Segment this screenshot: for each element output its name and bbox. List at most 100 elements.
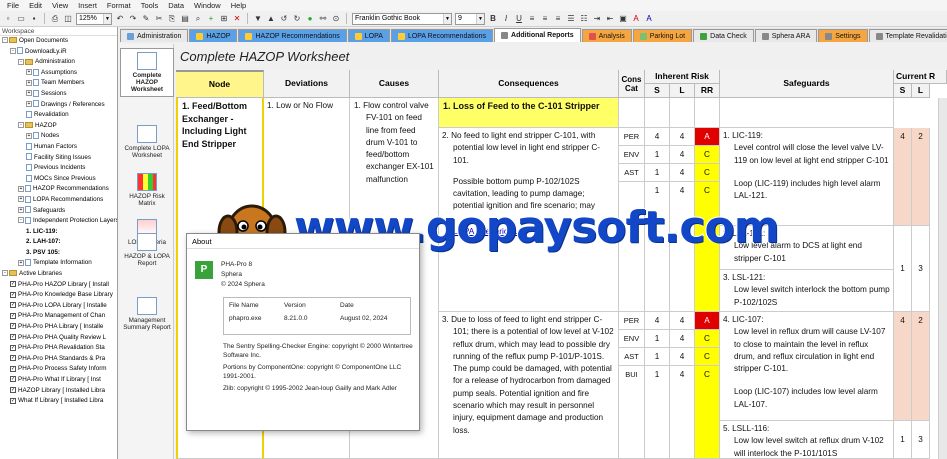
risk-s-cell[interactable]: 4 bbox=[645, 312, 670, 330]
tree-item[interactable]: Revalidation bbox=[0, 110, 117, 121]
expand-icon[interactable]: + bbox=[18, 259, 24, 266]
menu-help[interactable]: Help bbox=[226, 1, 251, 10]
vertical-scrollbar[interactable] bbox=[938, 98, 947, 459]
header-cons-cat[interactable]: Cons Cat bbox=[619, 70, 645, 98]
text-color-icon[interactable]: A bbox=[631, 14, 641, 24]
checkbox-icon[interactable]: ✓ bbox=[10, 397, 16, 404]
menu-view[interactable]: View bbox=[47, 1, 73, 10]
align-left-icon[interactable]: ≡ bbox=[527, 14, 537, 24]
header-current-l[interactable]: L bbox=[912, 84, 930, 98]
tree-item[interactable]: + Safeguards bbox=[0, 206, 117, 217]
cons-cat-cell[interactable]: ENV bbox=[619, 330, 645, 348]
find-icon[interactable]: ⌕ bbox=[193, 14, 203, 24]
consequence-title-cell[interactable]: 1. Loss of Feed to the C-101 Stripper bbox=[439, 98, 619, 128]
checkbox-icon[interactable]: ✓ bbox=[10, 291, 16, 298]
tab-analysis[interactable]: Analysis bbox=[581, 29, 632, 42]
tab-lopa-recommendations[interactable]: LOPA Recommendations bbox=[390, 29, 494, 42]
tree-item[interactable]: Human Factors bbox=[0, 142, 117, 153]
undo-icon[interactable]: ↶ bbox=[115, 14, 125, 24]
header-s[interactable]: S bbox=[645, 84, 670, 98]
print-icon[interactable]: ⎙ bbox=[50, 14, 60, 24]
risk-rr-cell[interactable]: A bbox=[695, 128, 720, 146]
header-safeguards[interactable]: Safeguards bbox=[720, 70, 894, 98]
cons-cat-cell[interactable]: ENV bbox=[619, 146, 645, 164]
expand-icon[interactable]: + bbox=[26, 100, 32, 107]
cons-cat-cell[interactable]: BUI bbox=[619, 366, 645, 459]
tab-settings[interactable]: Settings bbox=[818, 29, 868, 42]
tree-item[interactable]: - Active Libraries bbox=[0, 269, 117, 280]
safeguard-lsll-116[interactable]: 5. LSLL-116: Low low level switch at ref… bbox=[720, 421, 894, 459]
nav-management-summary-report[interactable]: Management Summary Report bbox=[120, 294, 174, 334]
checkbox-icon[interactable]: ✓ bbox=[10, 376, 16, 383]
expand-icon[interactable]: + bbox=[26, 132, 32, 139]
rotate-right-icon[interactable]: ↻ bbox=[292, 14, 302, 24]
tree-item[interactable]: Previous Incidents bbox=[0, 163, 117, 174]
header-causes[interactable]: Causes bbox=[350, 70, 439, 98]
checkbox-icon[interactable]: ✓ bbox=[10, 312, 16, 319]
risk-l-cell[interactable]: 4 bbox=[670, 348, 695, 366]
expand-icon[interactable]: + bbox=[26, 69, 32, 76]
header-node[interactable]: Node bbox=[176, 70, 264, 98]
collapse-icon[interactable]: - bbox=[2, 270, 8, 277]
menu-file[interactable]: File bbox=[2, 1, 24, 10]
tab-template-revalidation[interactable]: Template Revalidation bbox=[868, 29, 947, 42]
tree-item[interactable]: - Open Documents bbox=[0, 36, 117, 47]
cons-cat-cell[interactable]: AST bbox=[619, 164, 645, 182]
tree-item[interactable]: 2. LAH-107: bbox=[0, 237, 117, 248]
header-current-risk[interactable]: Current R bbox=[894, 70, 947, 84]
risk-rr-cell[interactable]: A bbox=[695, 312, 720, 330]
numbering-icon[interactable]: ☷ bbox=[579, 14, 589, 24]
tree-item[interactable]: ✓ PHA-Pro Management of Chan bbox=[0, 311, 117, 322]
zoom-select[interactable]: 125% ▼ bbox=[76, 12, 112, 25]
current-s-cell[interactable]: 4 bbox=[894, 312, 912, 421]
tree-item[interactable]: - Independent Protection Layers bbox=[0, 216, 117, 227]
risk-l-cell[interactable]: 4 bbox=[670, 366, 695, 459]
tree-item[interactable]: + Template Information bbox=[0, 258, 117, 269]
checkbox-icon[interactable]: ✓ bbox=[10, 323, 16, 330]
header-deviations[interactable]: Deviations bbox=[264, 70, 350, 98]
risk-s-cell[interactable]: 4 bbox=[645, 128, 670, 146]
tree-item[interactable]: 1. LIC-119: bbox=[0, 227, 117, 238]
current-s-cell[interactable]: 1 bbox=[894, 421, 912, 459]
current-s-cell[interactable]: 4 bbox=[894, 128, 912, 226]
align-right-icon[interactable]: ≡ bbox=[553, 14, 563, 24]
risk-l-cell[interactable]: 4 bbox=[670, 312, 695, 330]
tree-item[interactable]: - DownloadLy.iR bbox=[0, 47, 117, 58]
binoculars-icon[interactable]: ⊙ bbox=[331, 14, 341, 24]
menu-window[interactable]: Window bbox=[189, 1, 226, 10]
link-icon[interactable]: ⚯ bbox=[318, 14, 328, 24]
font-size-select[interactable]: 9 ▼ bbox=[455, 12, 485, 25]
preview-icon[interactable]: ◫ bbox=[63, 14, 73, 24]
checkbox-icon[interactable]: ✓ bbox=[10, 344, 16, 351]
menu-tools[interactable]: Tools bbox=[136, 1, 164, 10]
expand-icon[interactable]: + bbox=[18, 185, 24, 192]
header-inherent-risk[interactable]: Inherent Risk bbox=[645, 70, 720, 84]
checkbox-icon[interactable]: ✓ bbox=[10, 355, 16, 362]
tree-item[interactable]: + Sessions bbox=[0, 89, 117, 100]
recommend-icon[interactable]: ● bbox=[305, 14, 315, 24]
checkbox-icon[interactable]: ✓ bbox=[10, 280, 16, 287]
tree-item[interactable]: + Team Members bbox=[0, 78, 117, 89]
nav-hazop-risk-matrix[interactable]: HAZOP Risk Matrix bbox=[120, 170, 174, 210]
checkbox-icon[interactable]: ✓ bbox=[10, 333, 16, 340]
align-center-icon[interactable]: ≡ bbox=[540, 14, 550, 24]
tree-item[interactable]: ✓ PHA-Pro What If Library [ Inst bbox=[0, 375, 117, 386]
risk-l-cell[interactable]: 4 bbox=[670, 128, 695, 146]
tab-administration[interactable]: Administration bbox=[120, 29, 189, 42]
insert-row-icon[interactable]: + bbox=[206, 14, 216, 24]
image-icon[interactable]: ▣ bbox=[618, 14, 628, 24]
risk-l-cell[interactable]: 4 bbox=[670, 146, 695, 164]
tree-item[interactable]: ✓ PHA-Pro HAZOP Library [ Install bbox=[0, 280, 117, 291]
checkbox-icon[interactable]: ✓ bbox=[10, 302, 16, 309]
risk-s-cell[interactable]: 1 bbox=[645, 366, 670, 459]
risk-s-cell[interactable]: 1 bbox=[645, 164, 670, 182]
collapse-icon[interactable]: - bbox=[18, 217, 24, 224]
menu-data[interactable]: Data bbox=[163, 1, 189, 10]
menu-insert[interactable]: Insert bbox=[73, 1, 102, 10]
tree-item[interactable]: + LOPA Recommendations bbox=[0, 195, 117, 206]
move-up-icon[interactable]: ▲ bbox=[266, 14, 276, 24]
checkbox-icon[interactable]: ✓ bbox=[10, 386, 16, 393]
tree-item[interactable]: - Administration bbox=[0, 57, 117, 68]
cut-icon[interactable]: ✂ bbox=[154, 14, 164, 24]
tree-item[interactable]: + Drawings / References bbox=[0, 100, 117, 111]
